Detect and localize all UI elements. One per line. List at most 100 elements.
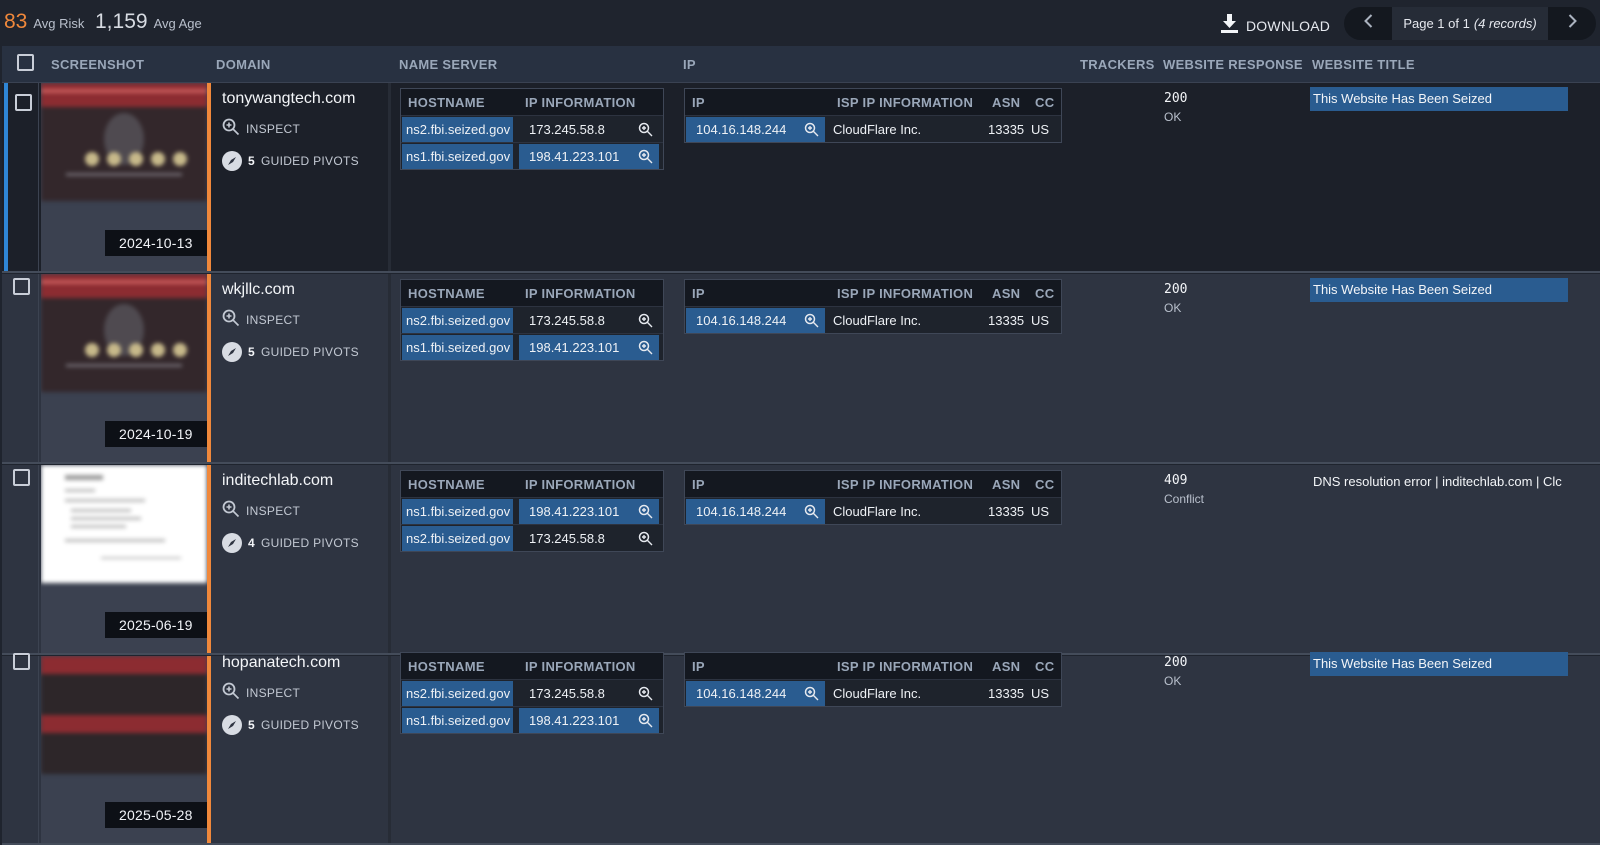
hostname-value[interactable]: ns2.fbi.seized.gov xyxy=(402,681,513,706)
magnifier-icon[interactable] xyxy=(638,686,653,704)
hostname-value[interactable]: ns1.fbi.seized.gov xyxy=(402,499,513,524)
column-header-website-title[interactable]: WEBSITE TITLE xyxy=(1312,57,1415,72)
guided-pivots-label: GUIDED PIVOTS xyxy=(260,536,359,550)
hostname-value[interactable]: ns2.fbi.seized.gov xyxy=(402,117,513,142)
response-status: OK xyxy=(1164,110,1182,124)
column-header-website-response[interactable]: WEBSITE RESPONSE xyxy=(1163,57,1303,72)
summary-bar: 83 Avg Risk 1,159 Avg Age DOWNLOAD Page … xyxy=(0,0,1600,46)
ip-information-value[interactable]: 198.41.223.101 xyxy=(519,708,659,733)
name-server-table-header: HOSTNAME IP INFORMATION xyxy=(401,653,663,679)
column-header-ip[interactable]: IP xyxy=(683,57,696,72)
screenshot-date: 2024-10-13 xyxy=(105,230,207,256)
ip-information-value[interactable]: 173.245.58.8 xyxy=(525,526,659,551)
website-response: 200 OK xyxy=(1164,655,1187,688)
magnifier-icon[interactable] xyxy=(638,149,653,167)
table-row[interactable]: 2025-06-19 inditechlab.com INSPECT 4 GUI… xyxy=(2,465,1600,655)
screenshot-date: 2025-06-19 xyxy=(105,612,207,638)
column-header-trackers[interactable]: TRACKERS xyxy=(1080,57,1155,72)
inspect-button[interactable]: INSPECT xyxy=(222,682,359,703)
response-code: 409 xyxy=(1164,473,1188,488)
guided-pivots-count: 4 xyxy=(248,536,255,550)
response-code: 200 xyxy=(1164,655,1188,670)
magnifier-icon[interactable] xyxy=(804,686,819,704)
hostname-value[interactable]: ns2.fbi.seized.gov xyxy=(402,526,513,551)
inspect-button[interactable]: INSPECT xyxy=(222,500,359,521)
screenshot-thumbnail[interactable]: 2024-10-19 xyxy=(41,274,207,462)
ip-header: IP xyxy=(692,659,705,674)
guided-pivots-button[interactable]: 5 GUIDED PIVOTS xyxy=(222,151,359,171)
prev-page-button[interactable] xyxy=(1344,7,1392,40)
compass-icon xyxy=(222,151,242,171)
column-header-domain[interactable]: DOMAIN xyxy=(216,57,271,72)
hostname-value[interactable]: ns1.fbi.seized.gov xyxy=(402,708,513,733)
download-button[interactable]: DOWNLOAD xyxy=(1221,14,1330,38)
table-row[interactable]: 2025-05-28 hopanatech.com INSPECT 5 GUID… xyxy=(2,652,1600,845)
inspect-button[interactable]: INSPECT xyxy=(222,309,359,330)
hostname-value[interactable]: ns1.fbi.seized.gov xyxy=(402,335,513,360)
magnifier-icon[interactable] xyxy=(804,313,819,331)
website-title: This Website Has Been Seized xyxy=(1310,652,1568,676)
column-header-name-server[interactable]: NAME SERVER xyxy=(399,57,497,72)
guided-pivots-button[interactable]: 5 GUIDED PIVOTS xyxy=(222,715,359,735)
ip-information-value[interactable]: 173.245.58.8 xyxy=(525,117,659,142)
row-checkbox[interactable] xyxy=(13,653,30,670)
ip-address-value[interactable]: 104.16.148.244 xyxy=(686,681,825,706)
risk-indicator-bar xyxy=(207,656,211,843)
inspect-label: INSPECT xyxy=(246,685,301,700)
magnifier-icon[interactable] xyxy=(638,504,653,522)
magnifier-icon[interactable] xyxy=(638,531,653,549)
guided-pivots-label: GUIDED PIVOTS xyxy=(260,718,359,732)
name-server-table-header: HOSTNAME IP INFORMATION xyxy=(401,471,663,497)
hostname-value[interactable]: ns1.fbi.seized.gov xyxy=(402,144,513,169)
ip-information-header: IP INFORMATION xyxy=(525,477,636,492)
guided-pivots-label: GUIDED PIVOTS xyxy=(260,154,359,168)
hostname-header: HOSTNAME xyxy=(408,477,485,492)
ip-address-value[interactable]: 104.16.148.244 xyxy=(686,499,825,524)
select-all-checkbox[interactable] xyxy=(17,54,34,71)
ip-information-value[interactable]: 173.245.58.8 xyxy=(525,681,659,706)
divider xyxy=(38,83,39,271)
response-code: 200 xyxy=(1164,282,1188,297)
ip-information-value[interactable]: 173.245.58.8 xyxy=(525,308,659,333)
row-checkbox[interactable] xyxy=(13,278,30,295)
hostname-value[interactable]: ns2.fbi.seized.gov xyxy=(402,308,513,333)
row-checkbox[interactable] xyxy=(15,94,32,111)
table-row[interactable]: 2024-10-19 wkjllc.com INSPECT 5 GUIDED P… xyxy=(2,274,1600,464)
ip-information-value[interactable]: 198.41.223.101 xyxy=(519,144,659,169)
ip-table: IP ISP IP INFORMATION ASN CC 104.16.148.… xyxy=(684,470,1062,525)
page-indicator: Page 1 of 1 (4 records) xyxy=(1392,7,1548,40)
pagination: Page 1 of 1 (4 records) xyxy=(1344,7,1596,40)
screenshot-thumbnail[interactable]: 2024-10-13 xyxy=(41,83,207,271)
column-header-screenshot[interactable]: SCREENSHOT xyxy=(51,57,144,72)
magnifier-icon[interactable] xyxy=(804,122,819,140)
divider xyxy=(38,656,39,843)
domain-name[interactable]: hopanatech.com xyxy=(222,654,359,672)
ip-table: IP ISP IP INFORMATION ASN CC 104.16.148.… xyxy=(684,652,1062,707)
ip-text: 173.245.58.8 xyxy=(529,531,605,546)
inspect-button[interactable]: INSPECT xyxy=(222,118,359,139)
response-status: OK xyxy=(1164,674,1182,688)
hostname-header: HOSTNAME xyxy=(408,95,485,110)
ip-information-value[interactable]: 198.41.223.101 xyxy=(519,335,659,360)
next-page-button[interactable] xyxy=(1548,7,1596,40)
row-checkbox[interactable] xyxy=(13,469,30,486)
screenshot-thumbnail[interactable]: 2025-05-28 xyxy=(41,656,207,843)
magnifier-icon[interactable] xyxy=(638,122,653,140)
ip-information-value[interactable]: 198.41.223.101 xyxy=(519,499,659,524)
domain-name[interactable]: wkjllc.com xyxy=(222,281,359,299)
table-row[interactable]: 2024-10-13 tonywangtech.com INSPECT 5 GU… xyxy=(2,83,1600,273)
magnifier-icon[interactable] xyxy=(638,313,653,331)
guided-pivots-button[interactable]: 5 GUIDED PIVOTS xyxy=(222,342,359,362)
domain-name[interactable]: inditechlab.com xyxy=(222,472,359,490)
magnifier-icon[interactable] xyxy=(804,504,819,522)
compass-icon xyxy=(222,715,242,735)
domain-name[interactable]: tonywangtech.com xyxy=(222,90,359,108)
name-server-row: ns1.fbi.seized.gov 198.41.223.101 xyxy=(401,142,663,169)
guided-pivots-button[interactable]: 4 GUIDED PIVOTS xyxy=(222,533,359,553)
ip-address-value[interactable]: 104.16.148.244 xyxy=(686,117,825,142)
screenshot-date: 2025-05-28 xyxy=(105,802,207,828)
magnifier-icon[interactable] xyxy=(638,340,653,358)
screenshot-thumbnail[interactable]: 2025-06-19 xyxy=(41,465,207,653)
magnifier-icon[interactable] xyxy=(638,713,653,731)
ip-address-value[interactable]: 104.16.148.244 xyxy=(686,308,825,333)
